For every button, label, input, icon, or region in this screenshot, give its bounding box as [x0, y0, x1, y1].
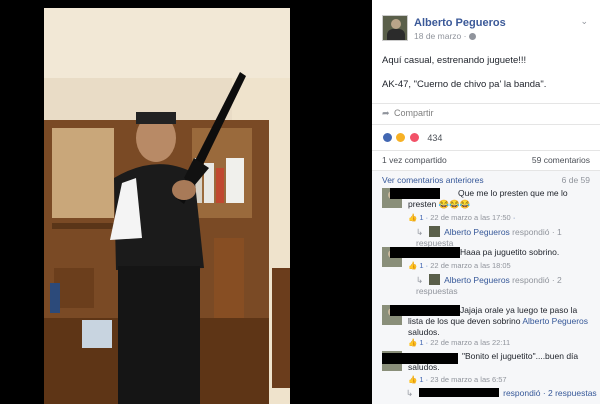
wow-reaction-icon [395, 132, 407, 144]
globe-icon [469, 33, 477, 40]
author-name[interactable]: Alberto Pegueros [414, 17, 506, 29]
comment-timestamp[interactable]: 23 de marzo a las 6:57 [430, 375, 506, 384]
author-avatar[interactable] [382, 15, 408, 41]
love-reaction-icon [408, 132, 420, 144]
comment-like-count[interactable]: 👍 1 · [408, 261, 430, 270]
reply-summary: respondió · 2 respuestas [503, 388, 597, 398]
comment-meta: 👍 1 · 22 de marzo a las 22:11 [408, 337, 510, 348]
comment-body: Haaa pa juguetito sobrino. [408, 247, 594, 258]
post-date-text[interactable]: 18 de marzo · [414, 31, 466, 41]
like-reaction-icon [382, 132, 393, 144]
post-text: Aquí casual, estrenando juguete!!! AK-47… [382, 55, 594, 103]
comment-item: "Bonito el juguetito"....buen día saludo… [382, 351, 594, 387]
reply-arrow-icon: ↳ [416, 227, 424, 237]
replier-avatar [429, 274, 441, 285]
comment-reply-link[interactable]: ↳ respondió · 2 respuestas [406, 388, 597, 399]
shares-count[interactable]: 1 vez compartido [382, 155, 447, 165]
comment-text: "Bonito el juguetito"....buen día saludo… [408, 351, 579, 372]
reaction-count: 434 [427, 132, 443, 143]
comment-body: "Bonito el juguetito"....buen día saludo… [408, 351, 594, 373]
post-photo[interactable] [44, 8, 290, 404]
reply-author[interactable]: Alberto Pegueros [444, 227, 510, 237]
photo-stage [0, 0, 372, 404]
comments-page-count: 6 de 59 [561, 175, 590, 185]
comments-count[interactable]: 59 comentarios [532, 155, 590, 165]
comment-timestamp[interactable]: 22 de marzo a las 22:11 [430, 338, 510, 347]
comment-reply-link[interactable]: ↳ Alberto Pegueros respondió · 2 respuest… [416, 274, 594, 297]
post-date[interactable]: 18 de marzo · [414, 31, 477, 41]
replier-avatar [429, 226, 441, 237]
comment-meta: 👍 1 · 23 de marzo a las 6:57 [408, 374, 507, 385]
post-counts: 1 vez compartido 59 comentarios [372, 150, 600, 168]
comment-item: Haaa pa juguetito sobrino. 👍 1 · 22 de m… [382, 247, 594, 297]
comment-like-count[interactable]: 👍 1 · [408, 375, 430, 384]
comment-item: Que me lo presten que me lo presten 😂😂😂 … [382, 188, 594, 248]
comment-body: Jajaja orale ya luego te paso la lista d… [408, 305, 594, 338]
comment-like-count[interactable]: 👍 1 · [408, 338, 430, 347]
previous-comments-link[interactable]: Ver comentarios anteriores [382, 175, 484, 185]
comment-text-end: saludos. [408, 327, 440, 337]
comment-meta: 👍 1 · 22 de marzo a las 18:05 [408, 260, 511, 271]
reply-author[interactable]: Alberto Pegueros [444, 275, 510, 285]
comment-text: Que me lo presten que me lo presten 😂😂😂 [408, 188, 568, 209]
comment-text: Haaa pa juguetito sobrino. [460, 247, 560, 257]
chevron-down-icon[interactable]: ⌄ [580, 16, 588, 27]
post-text-line-2: AK-47, "Cuerno de chivo pa' la banda". [382, 79, 547, 90]
comment-like-count[interactable]: 👍 1 · [408, 213, 430, 222]
share-arrow-icon: ➦ [382, 108, 390, 118]
reply-arrow-icon: ↳ [416, 275, 424, 285]
share-label: Compartir [394, 108, 434, 118]
share-action[interactable]: ➦ Compartir [372, 103, 600, 120]
comment-item: Jajaja orale ya luego te paso la lista d… [382, 305, 594, 348]
comment-timestamp[interactable]: 22 de marzo a las 17:50 [430, 213, 510, 222]
comment-body: Que me lo presten que me lo presten 😂😂😂 [408, 188, 594, 210]
reply-arrow-icon: ↳ [406, 388, 414, 398]
post-text-line-1: Aquí casual, estrenando juguete!!! [382, 55, 527, 66]
photo-image [44, 8, 290, 404]
comment-timestamp[interactable]: 22 de marzo a las 18:05 [430, 261, 510, 270]
comment-mention[interactable]: Alberto Pegueros [522, 316, 588, 326]
photo-viewer: Alberto Pegueros 18 de marzo · ⌄ Aquí ca… [0, 0, 600, 404]
post-header: Alberto Pegueros 18 de marzo · ⌄ [372, 0, 600, 48]
post-sidebar: Alberto Pegueros 18 de marzo · ⌄ Aquí ca… [372, 0, 600, 404]
redaction-bar [419, 388, 500, 397]
reactions-summary[interactable]: 434 [372, 124, 600, 144]
comments-panel: Ver comentarios anteriores 6 de 59 Que m… [372, 170, 600, 404]
comment-reply-link[interactable]: ↳ Alberto Pegueros respondió · 1 respuest… [416, 226, 594, 249]
comment-meta: 👍 1 · 22 de marzo a las 17:50 · [408, 213, 516, 222]
